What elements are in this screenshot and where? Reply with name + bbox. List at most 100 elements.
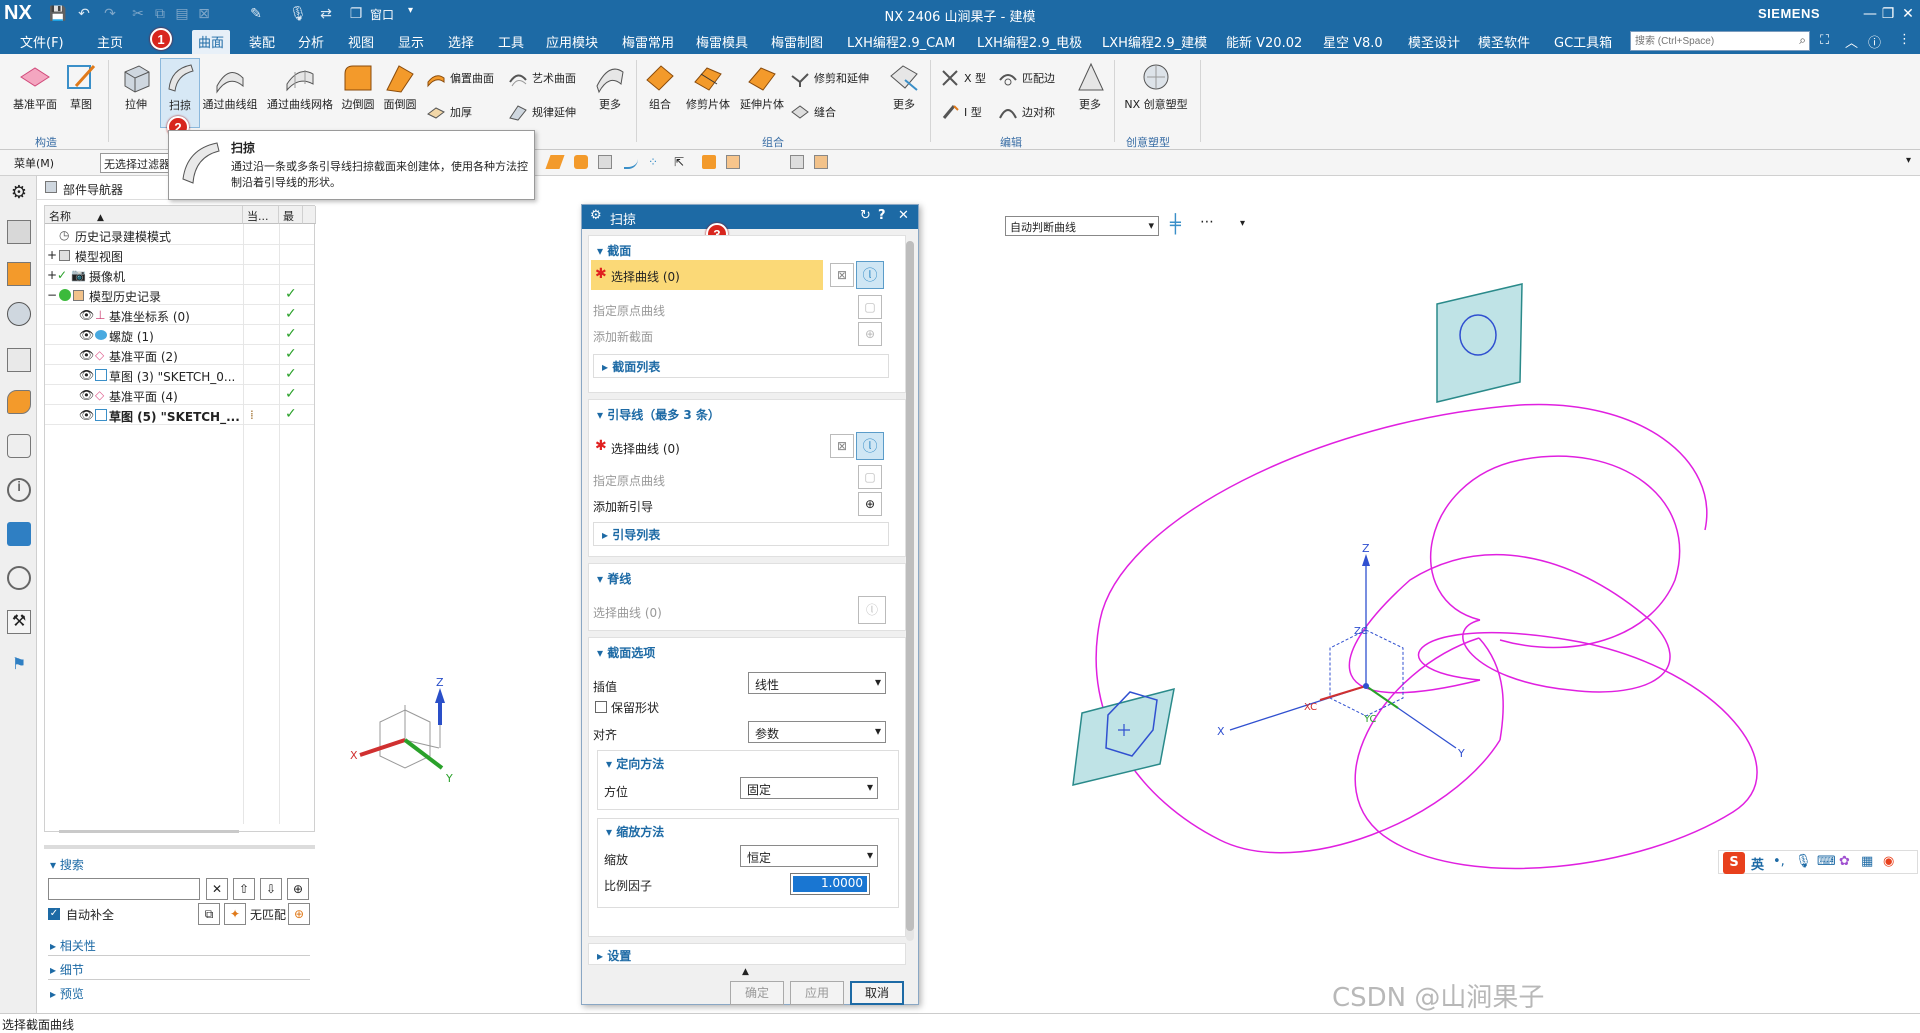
ok-button[interactable]: 确定 (730, 981, 784, 1005)
globe-icon[interactable] (7, 522, 31, 546)
details-section-header[interactable]: ▸ 细节 (50, 961, 84, 978)
ime-user-icon[interactable]: ◉ (1883, 854, 1894, 869)
origin-curve-icon[interactable]: ▢ (858, 295, 882, 319)
snap-box-icon[interactable] (790, 155, 804, 169)
more-surface-button[interactable]: 更多 (592, 60, 628, 112)
type-filter[interactable]: 无选择过滤器 (100, 153, 174, 173)
auto-complete-checkbox[interactable]: ✓ (48, 908, 60, 920)
gear-icon[interactable]: ⚙ (590, 208, 602, 223)
face-blend-button[interactable]: 面倒圆 (380, 60, 420, 112)
spine-header[interactable]: ▾ 脊线 (597, 570, 631, 587)
menu-view[interactable]: 视图 (348, 32, 374, 51)
preserve-shape-checkbox[interactable] (595, 701, 607, 713)
preview-section-header[interactable]: ▸ 预览 (50, 985, 84, 1002)
snap-curve-icon[interactable] (624, 155, 638, 169)
close-icon[interactable]: ✕ (898, 208, 909, 223)
settings-icon[interactable]: ⚙ (7, 182, 31, 206)
col-latest[interactable]: 最 (279, 206, 303, 224)
sketch-button[interactable]: 草图 (62, 60, 100, 112)
menu-lxh-cam[interactable]: LXH编程2.9_CAM (847, 32, 955, 51)
i-type-button[interactable]: I 型 (940, 102, 982, 122)
close-window-button[interactable]: ✕ (1896, 3, 1920, 25)
snap-feature-icon[interactable] (702, 155, 716, 169)
datum-plane-lower[interactable] (1072, 687, 1175, 786)
deselect-icon[interactable]: ⊠ (830, 263, 854, 287)
expand-icon[interactable]: + (47, 248, 57, 262)
relevance-section-header[interactable]: ▸ 相关性 (50, 937, 96, 954)
ime-skin-icon[interactable]: ✿ (1839, 854, 1850, 869)
eye-icon[interactable]: 👁 (79, 408, 94, 422)
roles-icon[interactable]: ⚑ (7, 654, 31, 678)
tree-row-datum-plane-2[interactable]: 👁 ◇ 基准平面 (2) ✓ (45, 345, 314, 365)
snap-solid-icon[interactable] (598, 155, 612, 169)
extend-sheet-button[interactable]: 延伸片体 (736, 60, 788, 112)
curve-select-icon[interactable]: ⓛ (856, 261, 884, 289)
deselect-guide-icon[interactable]: ⊠ (830, 434, 854, 458)
through-curves-button[interactable]: 通过曲线组 (200, 60, 260, 112)
edge-blend-button[interactable]: 边倒圆 (338, 60, 378, 112)
navigator-filter-icon[interactable]: ⧉ (198, 903, 220, 925)
snap-part-icon[interactable] (814, 155, 828, 169)
scaling-header[interactable]: ▾ 缩放方法 (606, 823, 664, 840)
eye-icon[interactable]: 👁 (79, 388, 94, 402)
reset-icon[interactable]: ↻ (860, 208, 871, 223)
menu-select[interactable]: 选择 (448, 32, 474, 51)
help-icon[interactable]: ⓘ (1868, 32, 1881, 51)
fullscreen-icon[interactable]: ⛶ (1820, 33, 1829, 48)
through-curve-mesh-button[interactable]: 通过曲线网格 (264, 60, 336, 112)
menu-assembly[interactable]: 装配 (249, 32, 275, 51)
guides-header[interactable]: ▾ 引导线（最多 3 条） (597, 406, 720, 423)
view-triad[interactable] (359, 688, 445, 770)
more-edit-button[interactable]: 更多 (1072, 60, 1108, 112)
find-previous-icon[interactable]: ⇧ (233, 878, 255, 900)
menu-button[interactable]: 菜单(M) (14, 155, 54, 171)
tree-row-datum-plane-4[interactable]: 👁 ◇ 基准平面 (4) ✓ (45, 385, 314, 405)
tree-row-model-history[interactable]: − 模型历史记录 ✓ (45, 285, 314, 305)
menu-tools[interactable]: 工具 (498, 32, 524, 51)
col-more[interactable] (303, 206, 316, 224)
snap-body-icon[interactable] (574, 155, 588, 169)
tools-icon[interactable]: ⚒ (7, 610, 31, 634)
ime-language[interactable]: 英 (1751, 854, 1764, 873)
menu-lxh-electrode[interactable]: LXH编程2.9_电极 (977, 32, 1082, 51)
dialog-scroll-thumb[interactable] (906, 241, 914, 931)
trim-and-extend-button[interactable]: 修剪和延伸 (790, 68, 869, 88)
settings-header[interactable]: ▸ 设置 (597, 947, 631, 964)
col-current[interactable]: 当... (243, 206, 279, 224)
expand-more-icon[interactable]: ▲ (742, 967, 749, 977)
search-section-header[interactable]: ▾ 搜索 (50, 856, 84, 873)
sew-button[interactable]: 缝合 (790, 102, 836, 122)
ime-logo-icon[interactable]: S (1723, 852, 1745, 874)
ribbon-options-icon[interactable]: ⋮ (1898, 32, 1911, 47)
orientation-dropdown[interactable]: 固定 (740, 777, 878, 799)
menu-mosheng-design[interactable]: 模圣设计 (1408, 32, 1460, 51)
tree-row-sketch-5[interactable]: 👁 草图 (5) "SKETCH_... ⁞ ✓ (45, 405, 314, 425)
datum-csys[interactable] (1229, 554, 1457, 749)
hd3d-tools-icon[interactable] (7, 390, 31, 414)
offset-surface-button[interactable]: 偏置曲面 (426, 68, 494, 88)
collapse-ribbon-icon[interactable]: ︿ (1845, 32, 1858, 51)
clear-search-icon[interactable]: ✕ (206, 878, 228, 900)
menu-meilei-common[interactable]: 梅雷常用 (622, 32, 674, 51)
ime-tools-icon[interactable]: ▦ (1861, 854, 1873, 869)
tree-row-datum-csys[interactable]: 👁 ⊥ 基准坐标系 (0) ✓ (45, 305, 314, 325)
menu-file[interactable]: 文件(F) (20, 32, 64, 51)
datum-plane-upper[interactable] (1436, 283, 1523, 403)
command-search[interactable]: ⌕ (1630, 31, 1810, 51)
help-icon[interactable]: ? (878, 208, 886, 223)
dialog-title-bar[interactable]: ⚙ 扫掠 ↻ ? ✕ (582, 205, 918, 229)
ime-keyboard-icon[interactable]: ⌨ (1817, 854, 1836, 869)
snap-face-icon[interactable] (545, 155, 565, 169)
x-type-button[interactable]: X 型 (940, 68, 986, 88)
info-icon[interactable]: i (7, 478, 31, 502)
menu-analysis[interactable]: 分析 (298, 32, 324, 51)
search-icon[interactable]: ⌕ (1799, 33, 1806, 48)
snap-component-icon[interactable] (726, 155, 740, 169)
find-next-icon[interactable]: ⇩ (260, 878, 282, 900)
reuse-library-icon[interactable] (7, 348, 31, 372)
navigator-search-input[interactable] (48, 878, 200, 900)
extrude-button[interactable]: 拉伸 (114, 60, 158, 112)
thicken-button[interactable]: 加厚 (426, 102, 472, 122)
eye-icon[interactable]: 👁 (79, 368, 94, 382)
menu-nengxin[interactable]: 能新 V20.02 (1226, 32, 1302, 51)
